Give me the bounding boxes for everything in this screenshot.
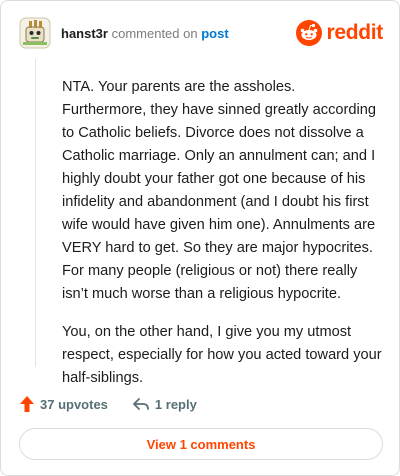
upvote-count: 37 upvotes bbox=[40, 396, 108, 412]
comment-paragraph: You, on the other hand, I give you my ut… bbox=[62, 324, 382, 386]
action-text: commented on bbox=[111, 26, 198, 41]
reddit-logo-icon bbox=[296, 20, 323, 46]
brand-wordmark: reddit bbox=[326, 21, 383, 44]
reply-count: 1 reply bbox=[154, 396, 197, 412]
upvote-button[interactable]: 37 upvotes bbox=[19, 395, 108, 413]
comment-paragraph: NTA. Your parents are the assholes. Furt… bbox=[62, 79, 376, 302]
reddit-brand[interactable]: reddit bbox=[296, 19, 383, 47]
post-link[interactable]: post bbox=[201, 26, 228, 41]
upvote-arrow-icon bbox=[20, 396, 34, 412]
reply-button[interactable]: 1 reply bbox=[132, 396, 197, 412]
comment-actions: 37 upvotes 1 reply bbox=[19, 394, 221, 414]
thread-line[interactable] bbox=[35, 59, 36, 367]
comment-card: hanst3r commented on post reddit NTA. Yo… bbox=[0, 0, 400, 476]
user-avatar-icon[interactable] bbox=[19, 17, 51, 49]
view-comments-button[interactable]: View 1 comments bbox=[19, 428, 383, 460]
username-link[interactable]: hanst3r bbox=[61, 26, 108, 41]
reply-arrow-icon bbox=[133, 398, 149, 410]
comment-body: NTA. Your parents are the assholes. Furt… bbox=[62, 76, 382, 405]
comment-header: hanst3r commented on post reddit bbox=[19, 17, 383, 51]
comment-meta: hanst3r commented on post bbox=[61, 26, 229, 41]
